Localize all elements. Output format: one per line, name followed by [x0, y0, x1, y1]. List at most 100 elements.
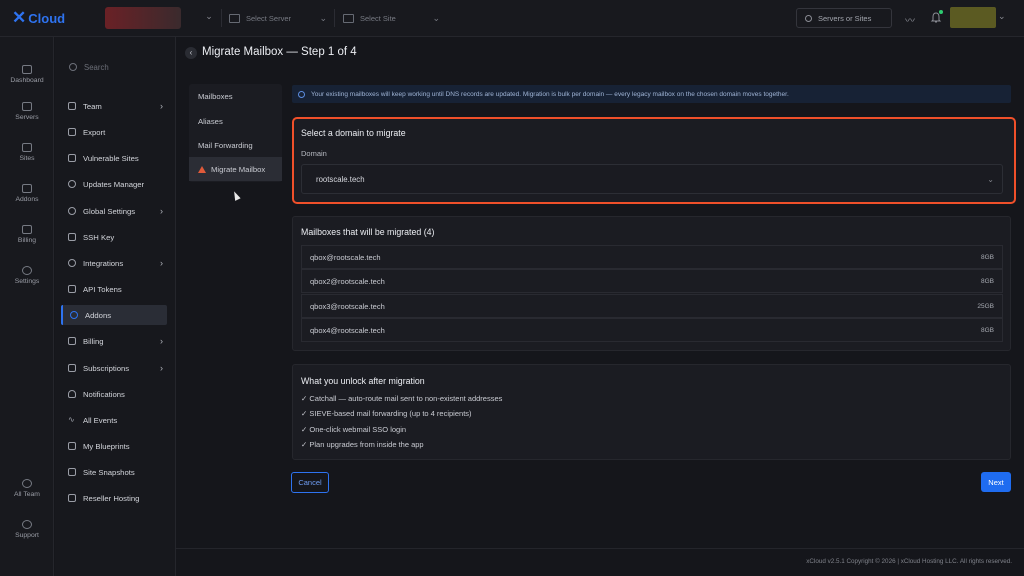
servers-icon	[22, 102, 32, 111]
chevron-down-icon: ⌄	[319, 12, 327, 23]
mailbox-row: qbox2@rootscale.tech 8GB	[301, 269, 1003, 293]
chevron-down-icon: ⌄	[987, 175, 994, 184]
tab-label: Mail Forwarding	[198, 140, 253, 150]
tab-migrate-mailbox[interactable]: Migrate Mailbox	[189, 157, 282, 181]
rail-item-dashboard[interactable]: Dashboard	[0, 65, 54, 84]
rail-item-addons[interactable]: Addons	[0, 184, 54, 203]
domain-label: Domain	[301, 149, 327, 158]
chevron-right-icon: ›	[160, 363, 163, 373]
sidebar-item-global-settings[interactable]: Global Settings ›	[61, 201, 167, 221]
chevron-left-icon: ‹	[189, 48, 193, 57]
next-button[interactable]: Next	[981, 472, 1011, 492]
info-banner: Your existing mailboxes will keep workin…	[292, 85, 1011, 103]
mailbox-row: qbox4@rootscale.tech 8GB	[301, 318, 1003, 342]
tab-aliases[interactable]: Aliases	[189, 109, 282, 133]
page-title: Migrate Mailbox — Step 1 of 4	[202, 46, 357, 58]
mailbox-size: 8GB	[980, 277, 994, 285]
sidebar-item-updates-manager[interactable]: Updates Manager	[61, 174, 167, 194]
sidebar-item-api-tokens[interactable]: API Tokens	[61, 279, 167, 299]
sidebar-item-label: All Events	[83, 415, 118, 425]
sidebar-item-subscriptions[interactable]: Subscriptions ›	[61, 358, 167, 378]
addons-icon	[70, 311, 78, 319]
rail-item-billing[interactable]: Billing	[0, 225, 54, 244]
support-icon	[22, 520, 32, 529]
sites-icon	[22, 143, 32, 152]
domain-panel: Select a domain to migrate Domain rootsc…	[292, 117, 1016, 204]
sidebar-item-export[interactable]: Export	[61, 122, 167, 142]
sidebar-item-integrations[interactable]: Integrations ›	[61, 253, 167, 273]
rail-item-sites[interactable]: Sites	[0, 143, 54, 162]
unlock-panel-heading: What you unlock after migration	[301, 376, 425, 386]
rail-label: Support	[15, 532, 39, 539]
sidebar-item-label: Reseller Hosting	[83, 493, 140, 503]
team-switcher[interactable]	[105, 7, 181, 29]
sidebar-item-label: Updates Manager	[83, 179, 145, 189]
global-search-label: Servers or Sites	[818, 13, 872, 23]
domain-panel-heading: Select a domain to migrate	[301, 128, 406, 138]
sidebar-item-label: Global Settings	[83, 206, 136, 216]
addons-icon	[22, 184, 32, 193]
mailbox-size: 8GB	[980, 326, 994, 334]
server-select-label: Select Server	[246, 13, 292, 23]
sidebar-item-label: My Blueprints	[83, 441, 130, 451]
sidebar-item-reseller-hosting[interactable]: Reseller Hosting	[61, 488, 167, 508]
sidebar-item-site-snapshots[interactable]: Site Snapshots	[61, 462, 167, 482]
site-icon	[343, 13, 354, 23]
dashboard-icon	[22, 65, 32, 74]
billing-icon	[68, 337, 76, 345]
domain-select[interactable]: rootscale.tech ⌄	[301, 164, 1003, 194]
rail-item-support[interactable]: Support	[0, 520, 54, 539]
tab-mailboxes[interactable]: Mailboxes	[189, 84, 282, 108]
sidebar-item-my-blueprints[interactable]: My Blueprints	[61, 436, 167, 456]
chevron-right-icon: ›	[160, 258, 163, 268]
sidebar-item-addons[interactable]: Addons	[61, 305, 167, 325]
global-search[interactable]: Servers or Sites	[796, 8, 892, 28]
cancel-button[interactable]: Cancel	[291, 472, 329, 493]
sidebar-item-label: Export	[83, 127, 106, 137]
unlock-item: ✓ One-click webmail SSO login	[301, 425, 407, 434]
sidebar-search-input[interactable]: Search	[61, 57, 169, 77]
rail-label: Sites	[19, 155, 35, 162]
rail-label: Servers	[15, 114, 39, 121]
gear-icon	[68, 259, 76, 267]
site-select-label: Select Site	[360, 13, 396, 23]
site-select[interactable]: Select Site ⌄	[343, 7, 440, 29]
rail-item-servers[interactable]: Servers	[0, 102, 54, 121]
server-select[interactable]: Select Server ⌄	[229, 7, 327, 29]
chevron-down-icon[interactable]: ⌄	[203, 11, 215, 25]
xcloud-logo[interactable]: ✕ Cloud	[12, 9, 65, 27]
tab-label: Aliases	[198, 116, 223, 126]
icon-rail: Dashboard Servers Sites Addons Billing S…	[0, 37, 54, 576]
bell-icon[interactable]	[930, 10, 943, 25]
sidebar-item-team[interactable]: Team ›	[61, 96, 167, 116]
rail-item-all-team[interactable]: All Team	[0, 479, 54, 498]
rail-item-settings[interactable]: Settings	[0, 266, 54, 285]
sidebar-item-label: Addons	[85, 310, 112, 320]
mailbox-email: qbox3@rootscale.tech	[310, 301, 385, 311]
bell-icon	[68, 390, 76, 398]
sidebar-item-ssh-key[interactable]: SSH Key	[61, 227, 167, 247]
mailbox-email: qbox@rootscale.tech	[310, 252, 381, 262]
mouse-cursor	[231, 190, 241, 201]
back-button[interactable]: ‹	[185, 47, 197, 59]
search-icon	[69, 63, 77, 71]
unlock-panel: What you unlock after migration ✓ Catcha…	[292, 364, 1011, 460]
activity-icon[interactable]: 〰	[905, 12, 917, 27]
token-icon	[68, 285, 76, 293]
sidebar-item-all-events[interactable]: ∿ All Events	[61, 410, 167, 430]
chevron-down-icon[interactable]: ⌄	[998, 11, 1006, 22]
rail-label: All Team	[14, 491, 40, 498]
sidebar-search-placeholder: Search	[84, 62, 109, 72]
tab-mail-forwarding[interactable]: Mail Forwarding	[189, 133, 282, 157]
mailbox-email: qbox2@rootscale.tech	[310, 276, 385, 286]
notification-dot	[939, 10, 943, 14]
sidebar-item-vulnerable-sites[interactable]: Vulnerable Sites	[61, 148, 167, 168]
sidebar-item-notifications[interactable]: Notifications	[61, 384, 167, 404]
chevron-right-icon: ›	[160, 206, 163, 216]
mailbox-size: 25GB	[977, 302, 994, 310]
rail-label: Addons	[15, 196, 39, 203]
domain-select-value: rootscale.tech	[316, 174, 365, 184]
sidebar-item-billing[interactable]: Billing ›	[61, 331, 167, 351]
avatar[interactable]	[950, 7, 996, 28]
sidebar-item-label: Subscriptions	[83, 363, 130, 373]
